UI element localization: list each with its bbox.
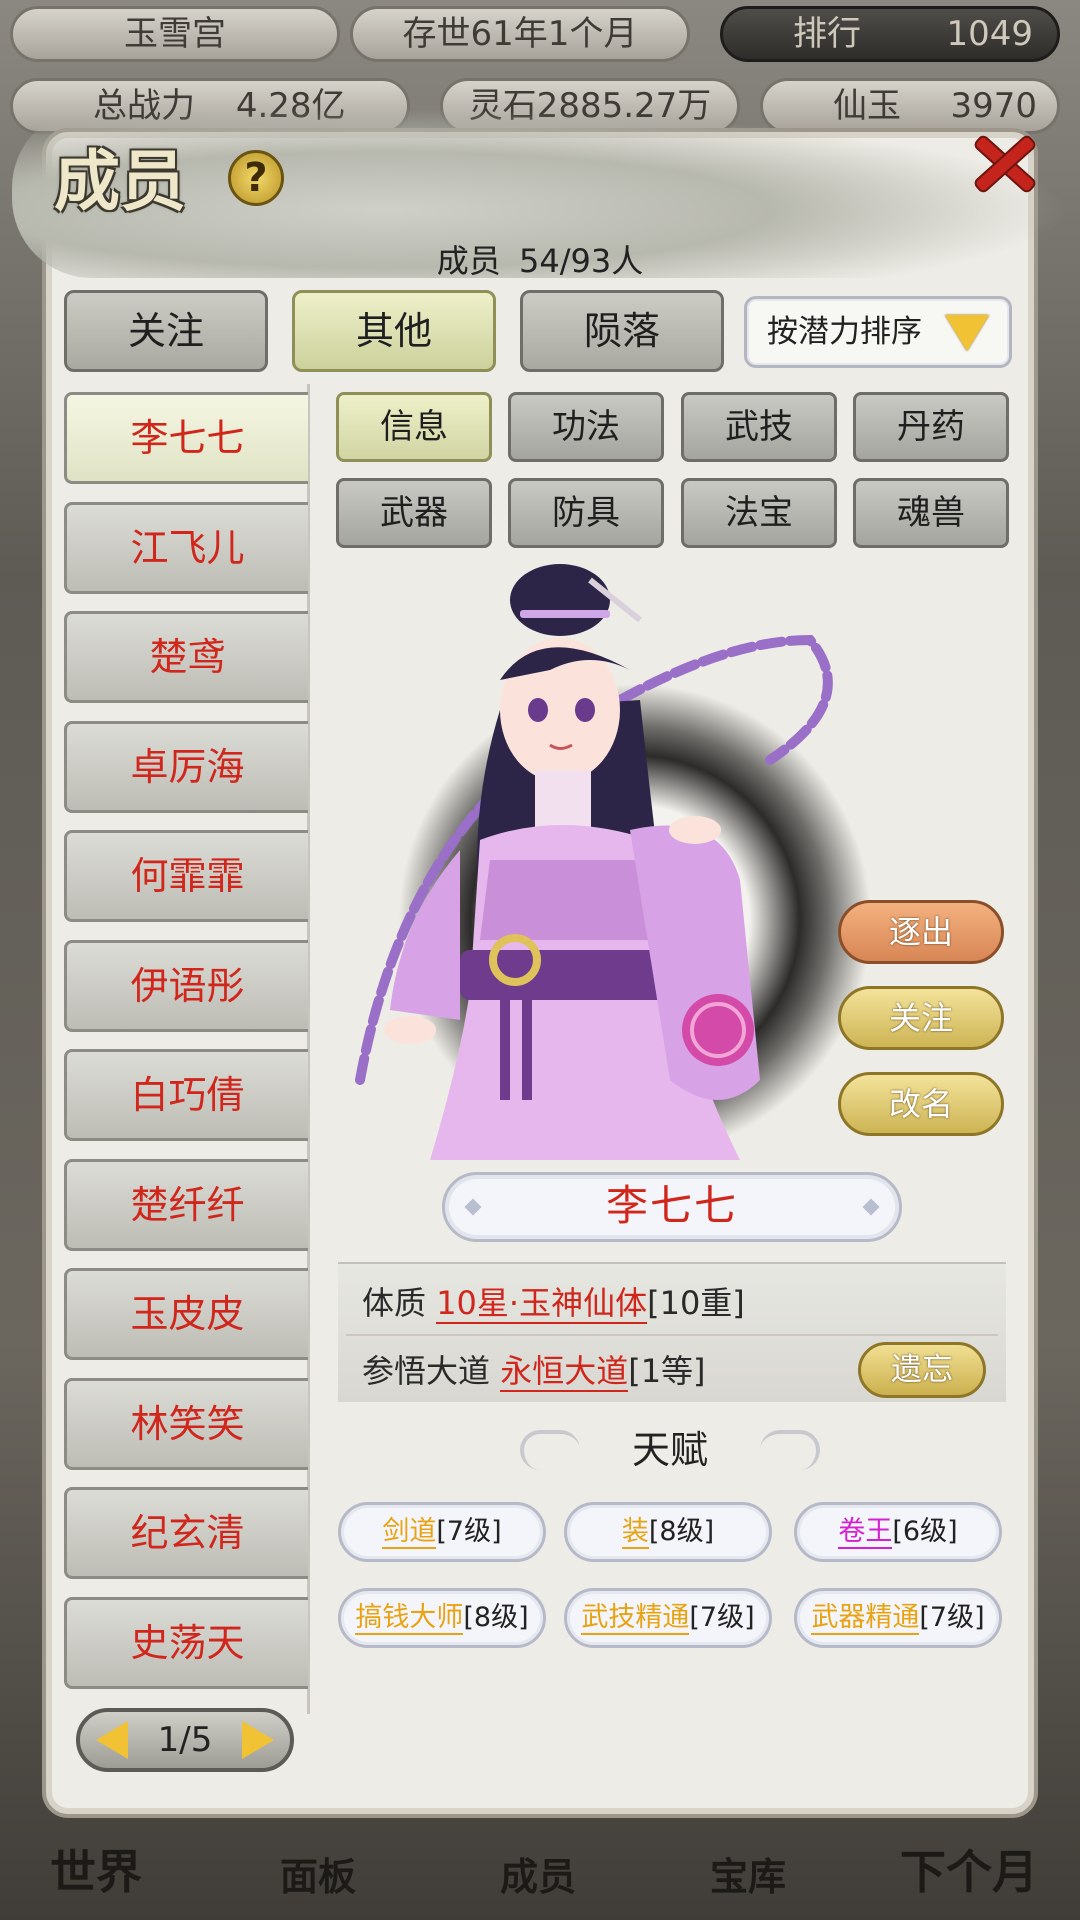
tab-techniques[interactable]: 功法 (508, 392, 664, 462)
bottom-nav: 世界 面板 成员 宝库 下个月 (0, 1820, 1080, 1920)
talent-level: [8级] (463, 1602, 529, 1633)
pager: 1/5 (76, 1708, 294, 1772)
constitution-label: 体质 (362, 1284, 427, 1322)
sect-name: 玉雪宫 (10, 6, 340, 62)
member-item[interactable]: 何霏霏 (64, 830, 308, 922)
selected-member-name: 李七七 (442, 1172, 902, 1242)
member-item[interactable]: 卓厉海 (64, 720, 308, 813)
tab-info[interactable]: 信息 (336, 392, 492, 462)
member-count-value: 54/93人 (518, 242, 644, 280)
rename-button[interactable]: 改名 (838, 1072, 1004, 1136)
constitution-value[interactable]: 10星·玉神仙体 (436, 1284, 648, 1324)
talent-section-title: 天赋 (520, 1420, 820, 1480)
diamond-ornament-icon (464, 1198, 482, 1216)
dao-level: [1等] (628, 1352, 706, 1390)
member-item[interactable]: 玉皮皮 (64, 1268, 308, 1360)
talent-level: [8级] (648, 1516, 715, 1547)
talent-level: [7级] (436, 1516, 502, 1547)
member-count: 成员 54/93人 (0, 236, 1080, 282)
help-button[interactable]: ? (228, 150, 284, 206)
follow-button[interactable]: 关注 (838, 986, 1004, 1050)
talent-badge[interactable]: 装[8级] (564, 1502, 772, 1562)
talent-name: 武器精通 (811, 1602, 920, 1635)
talent-badge[interactable]: 搞钱大师[8级] (338, 1588, 546, 1648)
member-item[interactable]: 江飞儿 (64, 501, 308, 594)
talent-badge[interactable]: 武技精通[7级] (564, 1588, 772, 1648)
expel-button[interactable]: 逐出 (838, 900, 1004, 964)
top-status-row-1: 玉雪宫 存世61年1个月 排行 1049 (0, 6, 1080, 76)
tab-fallen[interactable]: 陨落 (520, 290, 724, 372)
talent-name: 剑道 (382, 1516, 437, 1549)
sort-label: 按潜力排序 (767, 314, 922, 350)
member-item[interactable]: 伊语彤 (64, 939, 308, 1032)
talent-level: [7级] (689, 1602, 755, 1633)
tab-weapons[interactable]: 武器 (336, 478, 492, 548)
constitution-row: 体质 10星·玉神仙体[10重] (362, 1278, 745, 1324)
member-item[interactable]: 李七七 (64, 392, 308, 484)
character-illustration (355, 564, 833, 1160)
dao-value[interactable]: 永恒大道 (500, 1352, 629, 1392)
talent-name: 搞钱大师 (355, 1602, 464, 1635)
talent-name: 卷王 (838, 1516, 893, 1549)
divider (346, 1334, 998, 1336)
page-indicator: 1/5 (157, 1720, 213, 1760)
tab-artifacts[interactable]: 法宝 (681, 478, 837, 548)
constitution-level: [10重] (647, 1284, 745, 1322)
tab-armor[interactable]: 防具 (508, 478, 664, 548)
dialog-title: 成员 (54, 142, 186, 220)
member-item[interactable]: 楚鸢 (64, 611, 308, 703)
forget-button[interactable]: 遗忘 (858, 1342, 986, 1398)
talent-level: [7级] (919, 1602, 985, 1633)
member-list: 李七七 江飞儿 楚鸢 卓厉海 何霏霏 伊语彤 白巧倩 楚纤纤 玉皮皮 林笑笑 纪… (64, 392, 308, 1706)
talent-name: 装 (621, 1516, 649, 1549)
diamond-ornament-icon (862, 1198, 880, 1216)
member-item[interactable]: 纪玄清 (64, 1487, 308, 1579)
selected-member-name-text: 李七七 (605, 1181, 738, 1230)
scroll-ornament-icon (760, 1430, 820, 1470)
member-count-label: 成员 (436, 242, 501, 280)
dao-label: 参悟大道 (362, 1352, 491, 1390)
member-item[interactable]: 楚纤纤 (64, 1158, 308, 1251)
tab-soul-beasts[interactable]: 魂兽 (853, 478, 1009, 548)
character-portrait (340, 560, 980, 1160)
talent-title-text: 天赋 (631, 1428, 708, 1472)
prev-page-arrow-icon[interactable] (96, 1721, 128, 1759)
close-button[interactable] (962, 122, 1046, 206)
rank-value: 1049 (946, 14, 1033, 54)
talent-badge[interactable]: 卷王[6级] (794, 1502, 1002, 1562)
talent-level: [6级] (892, 1516, 958, 1547)
nav-members[interactable]: 成员 (500, 1846, 576, 1901)
sect-age: 存世61年1个月 (350, 6, 690, 62)
member-item[interactable]: 林笑笑 (64, 1377, 308, 1470)
sort-dropdown[interactable]: 按潜力排序 (744, 296, 1012, 368)
nav-next-month[interactable]: 下个月 (900, 1836, 1038, 1902)
talent-badge[interactable]: 武器精通[7级] (794, 1588, 1002, 1648)
tab-follow[interactable]: 关注 (64, 290, 268, 372)
member-item[interactable]: 史荡天 (64, 1596, 308, 1689)
talent-badge[interactable]: 剑道[7级] (338, 1502, 546, 1562)
nav-panel[interactable]: 面板 (280, 1846, 356, 1901)
tab-pills[interactable]: 丹药 (853, 392, 1009, 462)
nav-treasury[interactable]: 宝库 (710, 1846, 786, 1901)
member-item[interactable]: 白巧倩 (64, 1049, 308, 1141)
rank-label: 排行 (793, 14, 861, 54)
talent-name: 武技精通 (581, 1602, 690, 1635)
dropdown-triangle-icon (945, 315, 989, 351)
dao-row: 参悟大道 永恒大道[1等] (362, 1346, 706, 1392)
scroll-ornament-icon (520, 1430, 580, 1470)
next-page-arrow-icon[interactable] (242, 1721, 274, 1759)
tab-other[interactable]: 其他 (292, 290, 496, 372)
tab-martial-skills[interactable]: 武技 (681, 392, 837, 462)
nav-world[interactable]: 世界 (50, 1836, 142, 1902)
rank-display[interactable]: 排行 1049 (720, 6, 1060, 62)
